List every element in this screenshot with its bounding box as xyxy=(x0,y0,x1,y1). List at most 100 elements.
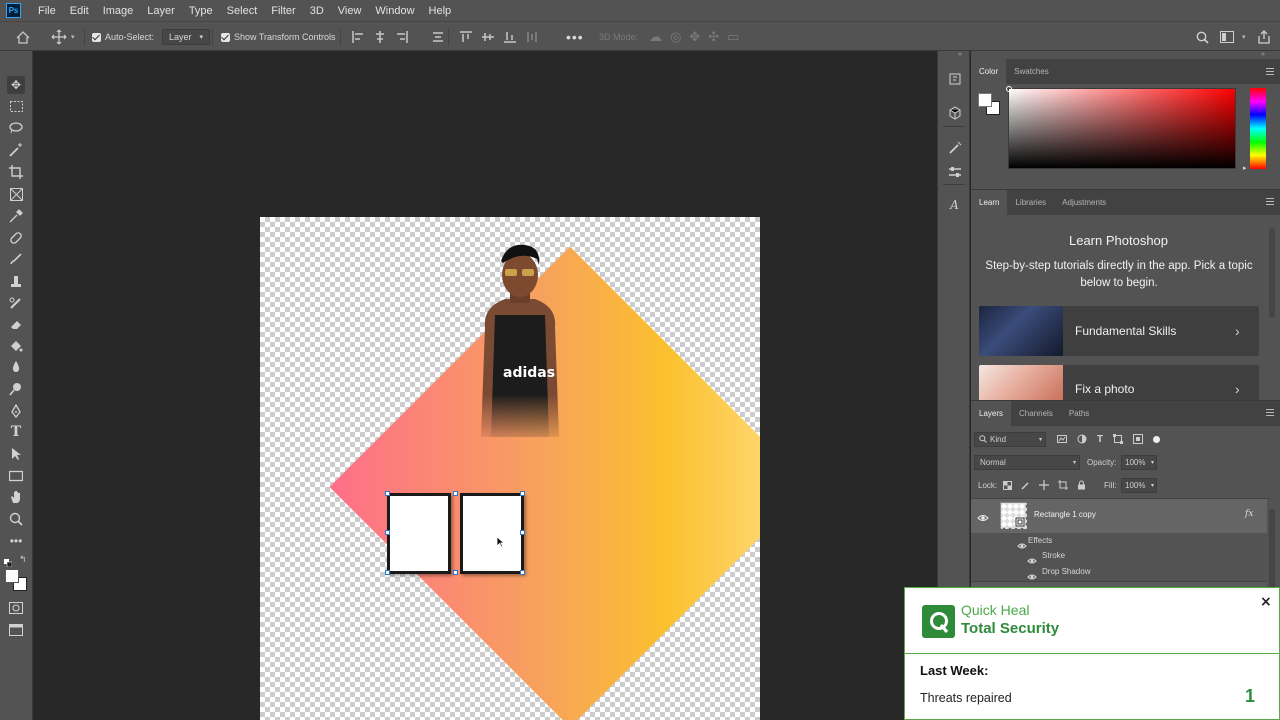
pen-tool-icon[interactable] xyxy=(7,402,25,420)
3d-pan-icon[interactable]: ✥ xyxy=(689,29,700,45)
photoshop-logo-icon[interactable]: Ps xyxy=(6,3,21,18)
align-top-icon[interactable] xyxy=(460,31,472,43)
tab-swatches[interactable]: Swatches xyxy=(1006,59,1057,84)
align-right-icon[interactable] xyxy=(396,31,408,43)
type-tool-icon[interactable]: T xyxy=(7,423,25,441)
dodge-tool-icon[interactable] xyxy=(7,380,25,398)
transform-handle[interactable] xyxy=(520,491,525,496)
effect-drop-shadow[interactable]: Drop Shadow xyxy=(1042,567,1090,576)
tab-adjustments[interactable]: Adjustments xyxy=(1054,190,1114,215)
checkbox-checked-icon[interactable] xyxy=(221,32,230,42)
collapse-icon[interactable]: » xyxy=(958,51,962,58)
home-icon[interactable] xyxy=(16,22,30,52)
learn-scrollbar[interactable] xyxy=(1269,228,1275,318)
menu-3d[interactable]: 3D xyxy=(310,5,324,17)
menu-type[interactable]: Type xyxy=(189,5,213,17)
menu-layer[interactable]: Layer xyxy=(147,5,175,17)
tab-paths[interactable]: Paths xyxy=(1061,401,1097,426)
transform-handle[interactable] xyxy=(453,570,458,575)
layers-scrollbar[interactable] xyxy=(1269,509,1275,589)
fill-input[interactable]: 100% ▾ xyxy=(1121,477,1157,493)
move-tool-icon[interactable]: ▾ xyxy=(51,22,75,52)
search-icon[interactable] xyxy=(1196,22,1209,52)
close-icon[interactable]: × xyxy=(1260,594,1272,610)
menu-file[interactable]: File xyxy=(38,5,56,17)
marquee-tool-icon[interactable] xyxy=(7,97,25,115)
more-options-icon[interactable]: ••• xyxy=(566,22,584,52)
auto-select-checkbox[interactable]: Auto-Select: xyxy=(92,22,154,52)
magic-wand-icon[interactable] xyxy=(7,141,25,159)
transform-handle[interactable] xyxy=(385,530,390,535)
history-panel-icon[interactable] xyxy=(946,70,963,87)
3d-panel-icon[interactable] xyxy=(946,104,963,121)
eye-visibility-icon[interactable] xyxy=(1017,537,1027,555)
3d-scale-icon[interactable]: ▭ xyxy=(727,29,739,45)
workspace-icon[interactable]: ▾ xyxy=(1220,22,1246,52)
brush-settings-icon[interactable] xyxy=(946,139,963,156)
opacity-input[interactable]: 100% ▾ xyxy=(1121,454,1157,470)
rectangle-1[interactable] xyxy=(387,493,451,574)
quick-mask-icon[interactable] xyxy=(7,599,25,617)
filter-shape-icon[interactable] xyxy=(1113,434,1124,444)
filter-adjustment-icon[interactable] xyxy=(1077,434,1087,444)
frame-tool-icon[interactable] xyxy=(7,185,25,203)
eraser-tool-icon[interactable] xyxy=(7,315,25,333)
3d-roll-icon[interactable]: ◎ xyxy=(670,29,681,45)
hand-tool-icon[interactable] xyxy=(7,488,25,506)
history-brush-icon[interactable] xyxy=(7,294,25,312)
auto-select-target-dropdown[interactable]: Layer ▾ xyxy=(162,22,211,52)
panel-menu-icon[interactable] xyxy=(1266,198,1274,205)
color-picker-cursor[interactable] xyxy=(1006,86,1012,92)
default-colors-icon[interactable] xyxy=(4,554,13,568)
distribute-vertical-icon[interactable] xyxy=(526,31,538,43)
crop-tool-icon[interactable] xyxy=(7,163,25,181)
lock-artboard-icon[interactable] xyxy=(1058,480,1068,490)
edit-toolbar-icon[interactable]: ••• xyxy=(7,532,25,550)
eyedropper-tool-icon[interactable] xyxy=(7,207,25,225)
swap-colors-icon[interactable]: ↰ xyxy=(19,554,27,565)
rectangle-tool-icon[interactable] xyxy=(7,467,25,485)
lock-position-icon[interactable] xyxy=(1039,480,1049,490)
healing-brush-icon[interactable] xyxy=(7,229,25,247)
blur-tool-icon[interactable] xyxy=(7,358,25,376)
layer-fx-badge[interactable]: fx xyxy=(1245,509,1253,519)
chevron-down-icon[interactable]: ▾ xyxy=(71,33,75,41)
transform-handle[interactable] xyxy=(453,491,458,496)
lasso-tool-icon[interactable] xyxy=(7,119,25,137)
eye-visibility-icon[interactable] xyxy=(977,510,989,521)
lock-all-icon[interactable] xyxy=(1077,480,1086,490)
transform-handle[interactable] xyxy=(385,491,390,496)
chevron-down-icon[interactable]: ▾ xyxy=(1242,33,1246,41)
document-canvas[interactable]: adidas xyxy=(260,217,760,720)
3d-slide-icon[interactable]: ✣ xyxy=(708,29,719,45)
menu-select[interactable]: Select xyxy=(227,5,258,17)
hue-slider[interactable] xyxy=(1250,88,1266,169)
path-selection-icon[interactable] xyxy=(7,445,25,463)
transform-handle[interactable] xyxy=(520,570,525,575)
blend-mode-dropdown[interactable]: Normal ▾ xyxy=(974,454,1080,470)
filter-smart-object-icon[interactable] xyxy=(1133,434,1144,444)
tab-color[interactable]: Color xyxy=(971,59,1007,84)
zoom-tool-icon[interactable] xyxy=(7,510,25,528)
align-center-icon[interactable] xyxy=(374,31,386,43)
transform-handle[interactable] xyxy=(520,530,525,535)
transform-handle[interactable] xyxy=(385,570,390,575)
move-tool-icon[interactable]: ✥ xyxy=(7,76,25,94)
align-middle-icon[interactable] xyxy=(482,31,494,43)
character-panel-icon[interactable]: A xyxy=(946,196,963,213)
lock-transparent-pixels-icon[interactable] xyxy=(1003,480,1012,490)
share-icon[interactable] xyxy=(1257,22,1271,52)
hue-slider-marker-icon[interactable]: ▸ xyxy=(1243,164,1247,172)
layer-name[interactable]: Rectangle 1 copy xyxy=(1034,510,1096,519)
effect-stroke[interactable]: Stroke xyxy=(1042,551,1065,560)
foreground-color-swatch[interactable] xyxy=(5,569,19,583)
properties-icon[interactable] xyxy=(946,163,963,180)
tab-layers[interactable]: Layers xyxy=(971,401,1012,426)
panel-menu-icon[interactable] xyxy=(1266,409,1274,416)
menu-window[interactable]: Window xyxy=(375,5,414,17)
checkbox-checked-icon[interactable] xyxy=(92,32,101,42)
panel-menu-icon[interactable] xyxy=(1266,68,1274,75)
layer-filter-kind-dropdown[interactable]: Kind ▾ xyxy=(974,431,1046,447)
distribute-icon[interactable] xyxy=(432,31,444,43)
quick-heal-notification[interactable]: Quick Heal Total Security × Last Week: T… xyxy=(904,587,1280,720)
